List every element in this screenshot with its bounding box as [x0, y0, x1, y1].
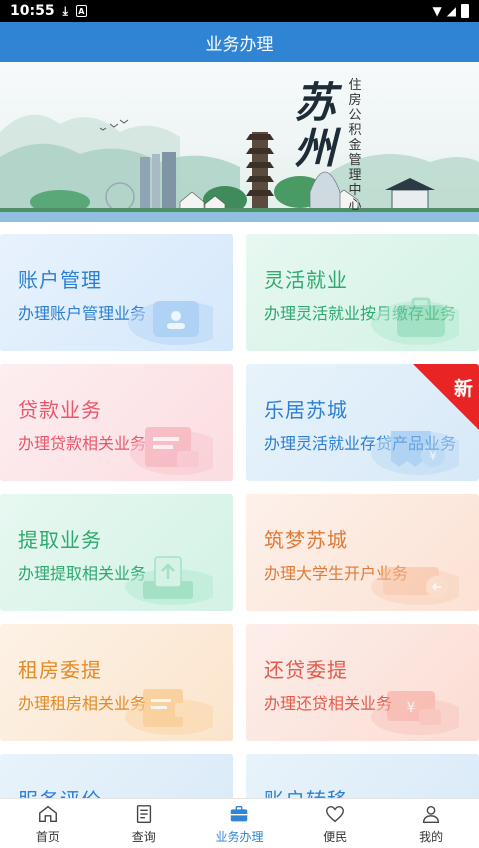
- card-flexible-employment[interactable]: 灵活就业 办理灵活就业按月缴存业务: [246, 234, 479, 351]
- card-title: 筑梦苏城: [264, 528, 348, 552]
- card-title: 服务评价: [18, 784, 102, 798]
- card-account-management[interactable]: 账户管理 办理账户管理业务: [0, 234, 233, 351]
- nav-label: 查询: [131, 829, 156, 844]
- clock: 10:55: [10, 3, 55, 19]
- battery-icon: [461, 4, 469, 18]
- card-title: 贷款业务: [18, 398, 102, 422]
- nav-mine[interactable]: 我的: [383, 799, 479, 848]
- upload-box-icon: [125, 556, 213, 605]
- banner-illustration: [0, 114, 479, 222]
- bottom-nav: 首页 查询 业务办理 便民 我的: [0, 798, 479, 848]
- nav-business[interactable]: 业务办理: [192, 799, 288, 848]
- card-withdrawal[interactable]: 提取业务 办理提取相关业务: [0, 494, 233, 611]
- card-rent-withdrawal[interactable]: 租房委提 办理租房相关业务: [0, 624, 233, 741]
- nav-query[interactable]: 查询: [96, 799, 192, 848]
- nav-label: 我的: [419, 829, 444, 844]
- card-title: 提取业务: [18, 528, 102, 552]
- id-card-icon: [128, 301, 213, 345]
- card-title: 账户管理: [18, 268, 102, 292]
- card-title: 还贷委提: [264, 658, 348, 682]
- banner-city-name: 苏州: [293, 78, 336, 173]
- document-list-icon: [136, 804, 151, 823]
- card-title: 租房委提: [18, 658, 102, 682]
- nav-label: 业务办理: [215, 829, 264, 844]
- card-loan-repayment-withdrawal[interactable]: 还贷委提 办理还贷相关业务 ¥: [246, 624, 479, 741]
- yuan-bill-icon: ¥: [371, 691, 459, 735]
- briefcase-icon: [371, 297, 459, 345]
- banner[interactable]: 苏州 住 房 公 积 金 管 理 中 心: [0, 62, 479, 222]
- wifi-icon: ▼: [432, 4, 442, 18]
- card-lejusucheng[interactable]: 乐居苏城 办理灵活就业存贷产品业务 ¥ 新: [246, 364, 479, 481]
- page-title: 业务办理: [205, 34, 274, 55]
- banner-subtitle: 住 房 公 积 金 管 理 中 心: [348, 78, 362, 213]
- page-title-bar: 业务办理: [0, 22, 479, 62]
- rent-document-icon: [125, 689, 213, 735]
- nav-convenience[interactable]: 便民: [287, 799, 383, 848]
- signal-icon: ◢: [446, 4, 456, 18]
- home-icon: [38, 805, 57, 822]
- nav-home[interactable]: 首页: [0, 799, 96, 848]
- wallet-icon: [371, 567, 459, 605]
- card-loan-business[interactable]: 贷款业务 办理贷款相关业务: [0, 364, 233, 481]
- svg-text:¥: ¥: [407, 700, 416, 716]
- svg-text:¥: ¥: [429, 449, 437, 463]
- briefcase-icon: [231, 805, 248, 821]
- card-title: 账户转移: [264, 784, 348, 798]
- card-title: 灵活就业: [264, 268, 348, 292]
- nav-label: 首页: [35, 829, 60, 844]
- card-title: 乐居苏城: [264, 398, 348, 422]
- document-icon: [130, 427, 213, 475]
- service-grid: 账户管理 办理账户管理业务 灵活就业 办理灵活就业按月缴存业务 贷款业务 办理贷…: [0, 226, 479, 798]
- card-service-evaluation[interactable]: 服务评价: [0, 754, 233, 798]
- new-badge: 新: [453, 378, 473, 400]
- heart-icon: [326, 805, 345, 822]
- nav-label: 便民: [323, 829, 348, 844]
- card-zhumengsucheng[interactable]: 筑梦苏城 办理大学生开户业务: [246, 494, 479, 611]
- download-icon: ⤓: [62, 4, 68, 18]
- user-icon: [423, 805, 440, 823]
- card-account-transfer[interactable]: 账户转移: [246, 754, 479, 798]
- app-notification-icon: A: [75, 5, 87, 17]
- status-bar: 10:55 ⤓ A ▼ ◢: [0, 0, 479, 22]
